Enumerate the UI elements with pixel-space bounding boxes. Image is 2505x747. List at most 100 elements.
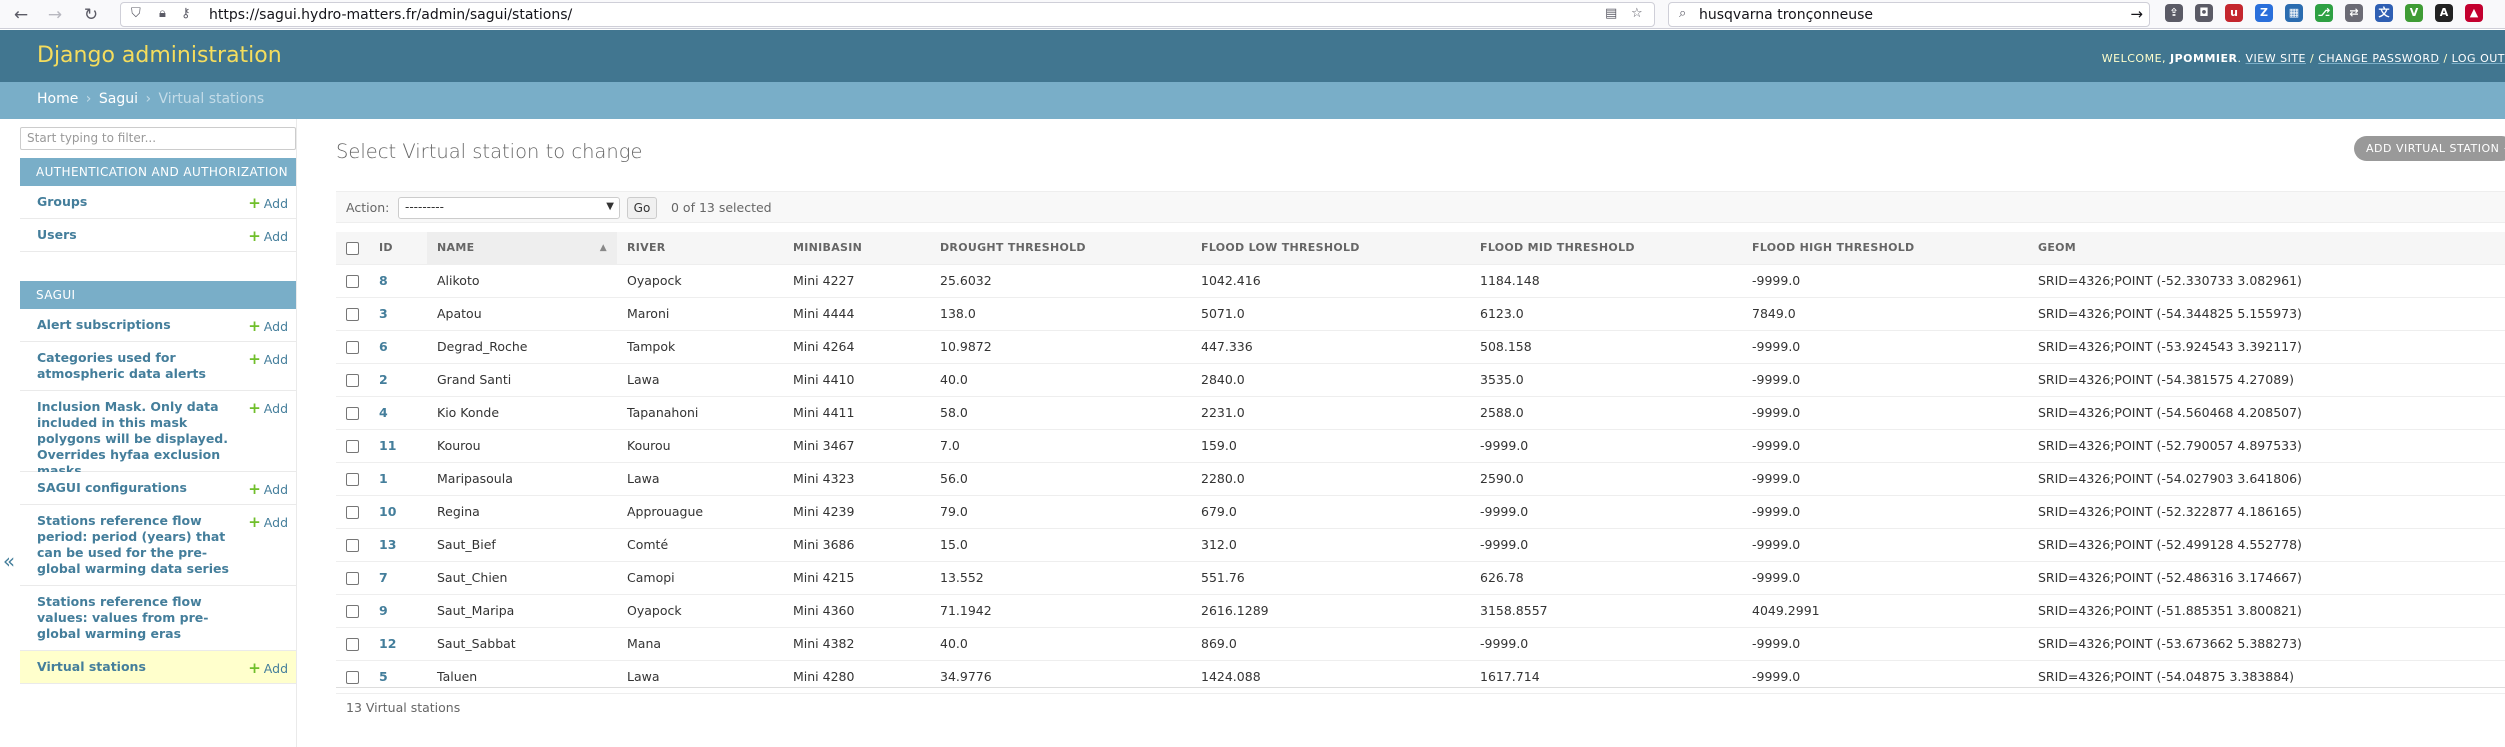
cell-id[interactable]: 2 [369, 363, 427, 397]
sidebar-item-virtual-stations[interactable]: Virtual stations + Add [20, 651, 296, 684]
shield-icon[interactable]: ⛉ [131, 6, 141, 21]
sidebar-item-groups[interactable]: Groups + Add [20, 186, 296, 219]
row-select-cell[interactable] [336, 330, 369, 364]
bookmark-star-icon[interactable]: ☆ [1631, 6, 1643, 21]
cell-id[interactable]: 1 [369, 462, 427, 496]
cell-id[interactable]: 4 [369, 396, 427, 430]
row-select-cell[interactable] [336, 627, 369, 661]
zotero-icon[interactable]: Z [2255, 4, 2273, 22]
lock-icon[interactable]: 🔒︎ [159, 6, 166, 21]
pocket-icon[interactable]: ◘ [2195, 4, 2213, 22]
add-inclusion-mask-link[interactable]: + Add [248, 399, 288, 417]
sidebar-item-label[interactable]: Alert subscriptions [37, 317, 237, 333]
module-caption-auth[interactable]: AUTHENTICATION AND AUTHORIZATION [20, 158, 296, 186]
sidebar-item-label[interactable]: Inclusion Mask. Only data included in th… [37, 399, 237, 479]
translate-icon[interactable]: ⇄ [2345, 4, 2363, 22]
table-row[interactable]: 13 Saut_Bief Comté Mini 3686 15.0 312.0 -9999.… [336, 528, 2505, 562]
search-go-arrow-icon[interactable]: → [2130, 5, 2143, 23]
table-row[interactable]: 1 Maripasoula Lawa Mini 4323 56.0 2280.0 2590.… [336, 462, 2505, 496]
cell-id[interactable]: 3 [369, 297, 427, 331]
go-button[interactable]: Go [627, 197, 657, 219]
row-select-cell[interactable] [336, 561, 369, 595]
table-row[interactable]: 7 Saut_Chien Camopi Mini 4215 13.552 551.76 62… [336, 561, 2505, 595]
row-select-cell[interactable] [336, 429, 369, 463]
add-alert-subscription-link[interactable]: + Add [248, 317, 288, 335]
add-groups-link[interactable]: + Add [248, 194, 288, 212]
sidebar-item-sagui-configurations[interactable]: SAGUI configurations + Add [20, 472, 296, 505]
sidebar-item-inclusion-mask[interactable]: Inclusion Mask. Only data included in th… [20, 391, 296, 478]
table-row[interactable]: 9 Saut_Maripa Oyapock Mini 4360 71.1942 2616.… [336, 594, 2505, 628]
row-checkbox[interactable] [346, 605, 359, 618]
search-query[interactable]: husqvarna tronçonneuse [1699, 7, 1873, 23]
forward-arrow-icon[interactable]: → [44, 4, 66, 26]
row-select-cell[interactable] [336, 528, 369, 562]
reader-view-icon[interactable]: ▤ [1605, 6, 1617, 21]
sidebar-item-alert-subscriptions[interactable]: Alert subscriptions + Add [20, 309, 296, 342]
module-caption-sagui[interactable]: SAGUI [20, 281, 296, 309]
add-virtual-station-button[interactable]: ADD VIRTUAL STATION + [2354, 136, 2505, 161]
add-sagui-configuration-link[interactable]: + Add [248, 480, 288, 498]
row-select-cell[interactable] [336, 594, 369, 628]
column-header-flood-mid-threshold[interactable]: FLOOD MID THRESHOLD [1470, 232, 1742, 265]
table-row[interactable]: 12 Saut_Sabbat Mana Mini 4382 40.0 869.0 -9999… [336, 627, 2505, 661]
cell-id[interactable]: 7 [369, 561, 427, 595]
table-row[interactable]: 2 Grand Santi Lawa Mini 4410 40.0 2840.0 3535.… [336, 363, 2505, 397]
sidebar-item-label[interactable]: Groups [37, 194, 237, 210]
row-select-cell[interactable] [336, 396, 369, 430]
view-site-link[interactable]: VIEW SITE [2246, 52, 2307, 65]
row-checkbox[interactable] [346, 506, 359, 519]
url-text[interactable]: https://sagui.hydro-matters.fr/admin/sag… [209, 7, 572, 23]
add-reference-flow-period-link[interactable]: + Add [248, 513, 288, 531]
select-all-checkbox[interactable] [346, 241, 359, 255]
column-header-flood-high-threshold[interactable]: FLOOD HIGH THRESHOLD [1742, 232, 2028, 265]
row-checkbox[interactable] [346, 374, 359, 387]
cell-id[interactable]: 11 [369, 429, 427, 463]
sort-ascending-icon[interactable]: ▲ [600, 243, 607, 253]
ublock-icon[interactable]: u [2225, 4, 2243, 22]
add-virtual-station-link[interactable]: + Add [248, 659, 288, 677]
row-checkbox[interactable] [346, 473, 359, 486]
action-select[interactable]: --------- ▼ [398, 197, 620, 219]
row-checkbox[interactable] [346, 275, 359, 288]
row-select-cell[interactable] [336, 363, 369, 397]
row-checkbox[interactable] [346, 308, 359, 321]
sidebar-item-categories[interactable]: Categories used for atmospheric data ale… [20, 342, 296, 391]
sidebar-item-reference-flow-period[interactable]: Stations reference flow period: period (… [20, 505, 296, 586]
translator-icon[interactable]: 文 [2375, 4, 2393, 22]
git-extension-icon[interactable]: ⎇ [2315, 4, 2333, 22]
sidebar-item-label[interactable]: Stations reference flow values: values f… [37, 594, 237, 642]
container-icon[interactable]: ▦ [2285, 4, 2303, 22]
row-checkbox[interactable] [346, 440, 359, 453]
vue-devtools-icon[interactable]: V [2405, 4, 2423, 22]
change-password-link[interactable]: CHANGE PASSWORD [2318, 52, 2439, 65]
library-icon[interactable]: ⇪ [2165, 4, 2183, 22]
logout-link[interactable]: LOG OUT [2452, 52, 2505, 65]
table-row[interactable]: 10 Regina Approuague Mini 4239 79.0 679.0 -999… [336, 495, 2505, 529]
row-select-cell[interactable] [336, 264, 369, 298]
table-row[interactable]: 3 Apatou Maroni Mini 4444 138.0 5071.0 6123.0 7… [336, 297, 2505, 331]
sidebar-item-label[interactable]: Categories used for atmospheric data ale… [37, 350, 237, 382]
table-row[interactable]: 8 Alikoto Oyapock Mini 4227 25.6032 1042.416 1… [336, 264, 2505, 298]
table-row[interactable]: 6 Degrad_Roche Tampok Mini 4264 10.9872 447.3… [336, 330, 2505, 364]
site-branding[interactable]: Django administration [37, 43, 282, 68]
sidebar-item-label[interactable]: Stations reference flow period: period (… [37, 513, 237, 577]
row-select-cell[interactable] [336, 297, 369, 331]
permissions-icon[interactable]: ⚷ [181, 6, 191, 21]
column-header-geom[interactable]: GEOM [2028, 232, 2505, 265]
row-checkbox[interactable] [346, 341, 359, 354]
cell-id[interactable]: 12 [369, 627, 427, 661]
reload-icon[interactable]: ↻ [80, 4, 102, 26]
back-arrow-icon[interactable]: ← [10, 4, 32, 26]
sidebar-item-label[interactable]: SAGUI configurations [37, 480, 237, 496]
a-extension-icon[interactable]: A [2435, 4, 2453, 22]
cell-id[interactable]: 10 [369, 495, 427, 529]
table-row[interactable]: 4 Kio Konde Tapanahoni Mini 4411 58.0 2231.0 2… [336, 396, 2505, 430]
column-header-id[interactable]: ID [369, 232, 427, 265]
row-checkbox[interactable] [346, 638, 359, 651]
sidebar-filter-input[interactable]: Start typing to filter... [20, 127, 296, 150]
breadcrumb-app[interactable]: Sagui [99, 91, 138, 107]
sidebar-item-reference-flow-values[interactable]: Stations reference flow values: values f… [20, 586, 296, 651]
cell-id[interactable]: 9 [369, 594, 427, 628]
search-bar[interactable]: ⌕ husqvarna tronçonneuse → [1668, 2, 2150, 27]
column-header-name[interactable]: NAME ▲ [427, 232, 617, 265]
